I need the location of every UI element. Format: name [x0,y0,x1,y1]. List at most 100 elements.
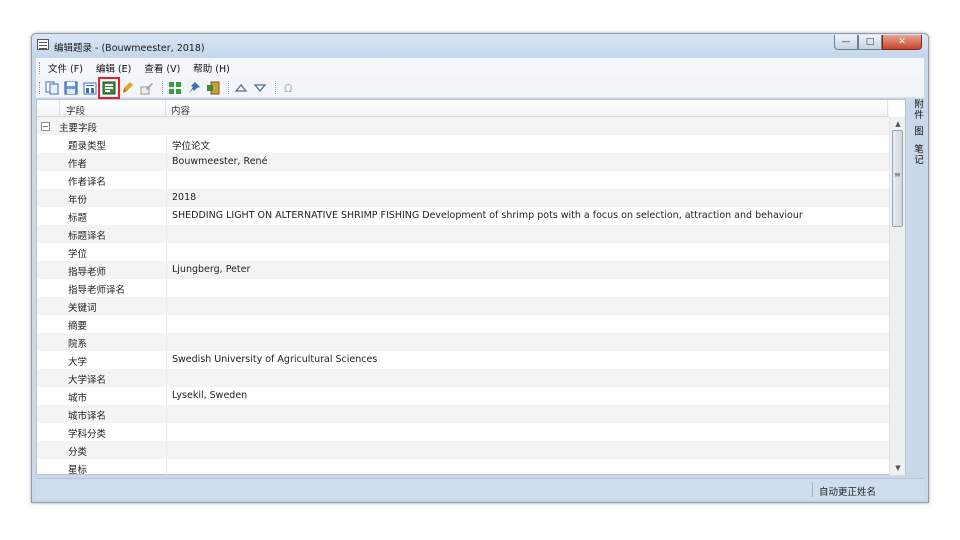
table-row[interactable]: 学位 [37,243,889,261]
cell-divider [166,279,167,297]
copy-icon[interactable] [44,80,60,96]
table-row[interactable]: 标题译名 [37,225,889,243]
toolbar: Ω [36,76,924,99]
field-name-cell: 学位 [68,249,88,260]
field-value-cell[interactable]: SHEDDING LIGHT ON ALTERNATIVE SHRIMP FIS… [172,210,803,221]
maximize-button[interactable]: □ [858,35,882,50]
table-row[interactable]: 城市译名 [37,405,889,423]
grid-rows: − 主要字段 题录类型 学位论文 作者 Bouwmeester, René 作者译名 年份… [37,117,889,475]
export-icon[interactable] [205,80,221,96]
minimize-button[interactable]: — [834,35,858,50]
table-row[interactable]: 院系 [37,333,889,351]
column-divider[interactable] [59,100,60,117]
field-name-cell: 大学 [68,357,88,368]
cell-divider [166,369,167,387]
menubar-grip[interactable] [39,62,40,74]
svg-text:Ω: Ω [284,82,292,95]
column-header-field[interactable]: 字段 [66,103,85,117]
field-name-cell: 关键词 [68,303,97,314]
table-row[interactable]: 摘要 [37,315,889,333]
auto-correct-name-status[interactable]: 自动更正姓名 [819,484,876,498]
table-row[interactable]: 学科分类 [37,423,889,441]
field-name-cell: 大学译名 [68,375,107,386]
field-value-cell[interactable]: Bouwmeester, René [172,156,267,167]
cell-divider [166,459,167,475]
menu-bar: 文件 (F) 编辑 (E) 查看 (V) 帮助 (H) [36,58,924,78]
field-value-cell[interactable]: 学位论文 [172,138,210,152]
menu-help[interactable]: 帮助 (H) [193,61,230,75]
field-name-cell: 作者译名 [68,177,107,188]
scroll-up-icon[interactable]: ▲ [890,117,906,131]
cell-divider [166,153,167,171]
group-row-main[interactable]: − 主要字段 [37,117,889,135]
column-divider[interactable] [887,100,888,117]
save-icon[interactable] [63,80,79,96]
field-name-cell: 分类 [68,447,88,458]
table-row[interactable]: 标题 SHEDDING LIGHT ON ALTERNATIVE SHRIMP F… [37,207,889,225]
cell-divider [166,405,167,423]
table-row[interactable]: 作者 Bouwmeester, René [37,153,889,171]
edit-record-window: 编辑题录 - (Bouwmeester, 2018) — □ ✕ 文件 (F) … [31,33,929,503]
cell-divider [166,189,167,207]
cell-divider [166,387,167,405]
field-value-cell[interactable]: Ljungberg, Peter [172,264,250,275]
field-value-cell[interactable]: Swedish University of Agricultural Scien… [172,354,377,365]
cell-divider [166,225,167,243]
table-row[interactable]: 指导老师译名 [37,279,889,297]
table-row[interactable]: 城市 Lysekil, Sweden [37,387,889,405]
clean-icon[interactable] [120,80,136,96]
cell-divider [166,441,167,459]
toolbar-separator [228,81,229,94]
cell-divider [166,315,167,333]
collapse-toggle[interactable]: − [41,122,50,131]
group-label: 主要字段 [59,123,98,134]
side-tab-attachment[interactable]: 附件 [908,99,924,120]
table-row[interactable]: 大学译名 [37,369,889,387]
menu-view[interactable]: 查看 (V) [144,61,180,75]
toolbar-separator [162,81,163,94]
side-tab-notes[interactable]: 笔记 [908,144,924,165]
table-row[interactable]: 大学 Swedish University of Agricultural Sci… [37,351,889,369]
cell-divider [166,135,167,153]
omega-icon[interactable]: Ω [280,80,296,96]
field-value-cell[interactable]: 2018 [172,192,196,203]
grid-icon[interactable] [167,80,183,96]
field-grid: 字段 内容 − 主要字段 题录类型 学位论文 作者 Bouwmeester, René… [36,99,906,475]
field-value-cell[interactable]: Lysekil, Sweden [172,390,247,401]
close-button[interactable]: ✕ [882,35,922,50]
field-name-cell: 城市 [68,393,88,404]
scroll-thumb[interactable] [892,130,903,227]
up-arrow-icon[interactable] [233,80,249,96]
down-arrow-icon[interactable] [252,80,268,96]
field-name-cell: 院系 [68,339,88,350]
cell-divider [166,207,167,225]
record-icon[interactable] [98,76,120,99]
field-name-cell: 指导老师译名 [68,285,126,296]
table-row[interactable]: 作者译名 [37,171,889,189]
column-header-content[interactable]: 内容 [171,103,190,117]
column-divider[interactable] [165,100,166,117]
cell-divider [166,333,167,351]
edit-icon[interactable] [139,80,155,96]
menu-edit[interactable]: 编辑 (E) [96,61,131,75]
table-row[interactable]: 年份 2018 [37,189,889,207]
table-row[interactable]: 题录类型 学位论文 [37,135,889,153]
save-close-icon[interactable] [82,80,98,96]
table-row[interactable]: 指导老师 Ljungberg, Peter [37,261,889,279]
toolbar-separator [275,81,276,94]
field-name-cell: 标题译名 [68,231,107,242]
cell-divider [166,243,167,261]
menu-file[interactable]: 文件 (F) [48,61,83,75]
side-tab-image[interactable]: 图 [908,126,924,137]
table-row[interactable]: 星标 [37,459,889,475]
table-row[interactable]: 分类 [37,441,889,459]
pin-icon[interactable] [186,80,202,96]
field-name-cell: 标题 [68,213,88,224]
table-row[interactable]: 关键词 [37,297,889,315]
cell-divider [166,423,167,441]
toolbar-grip[interactable] [39,82,40,94]
vertical-scrollbar[interactable]: ▲ ▼ [889,117,905,475]
window-list-icon [37,39,49,50]
scroll-down-icon[interactable]: ▼ [890,461,906,475]
title-bar[interactable]: 编辑题录 - (Bouwmeester, 2018) — □ ✕ [32,34,928,57]
